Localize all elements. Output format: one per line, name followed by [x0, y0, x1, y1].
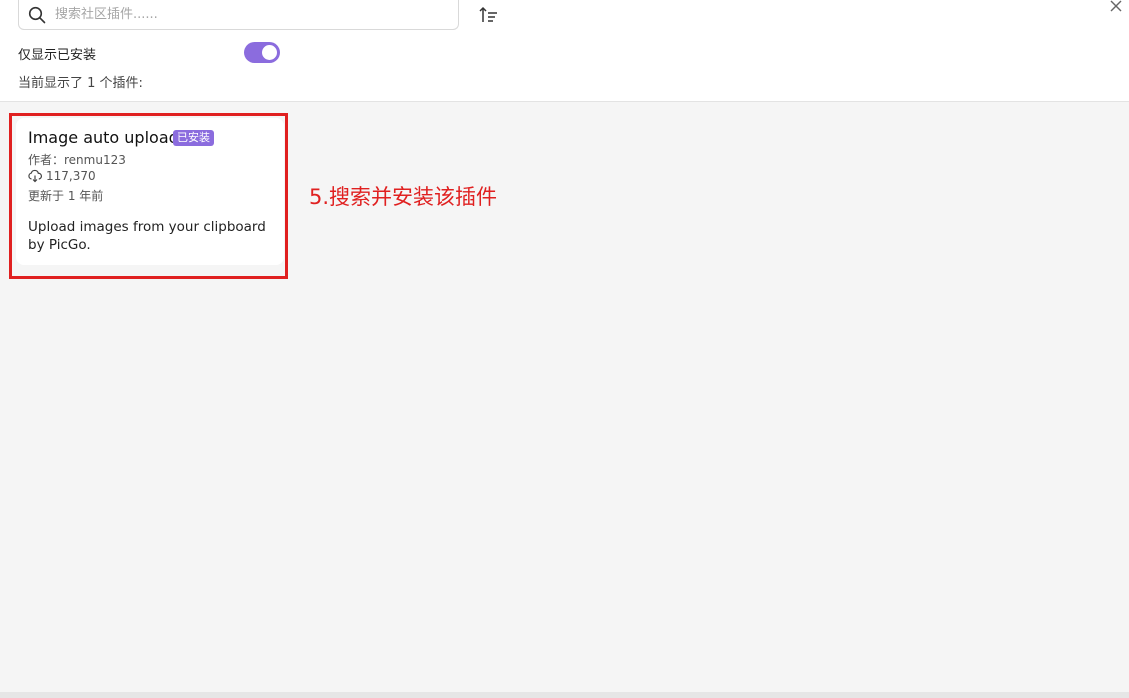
plugin-browser-window: 仅显示已安装 当前显示了 1 个插件: Image auto upload 已安… [0, 0, 1129, 698]
close-icon[interactable] [1106, 0, 1126, 16]
plugin-browser-header: 仅显示已安装 当前显示了 1 个插件: [0, 0, 1129, 102]
search-box[interactable] [18, 0, 459, 30]
search-input[interactable] [55, 3, 445, 25]
bottom-divider [0, 692, 1129, 698]
annotation-highlight-box [9, 113, 288, 279]
installed-only-toggle[interactable] [244, 42, 280, 63]
installed-only-label: 仅显示已安装 [18, 48, 97, 63]
toggle-knob [262, 45, 277, 60]
annotation-text: 5.搜索并安装该插件 [309, 185, 498, 209]
plugin-count-text: 当前显示了 1 个插件: [18, 76, 143, 91]
sort-icon[interactable] [478, 4, 500, 26]
search-icon [28, 6, 46, 24]
